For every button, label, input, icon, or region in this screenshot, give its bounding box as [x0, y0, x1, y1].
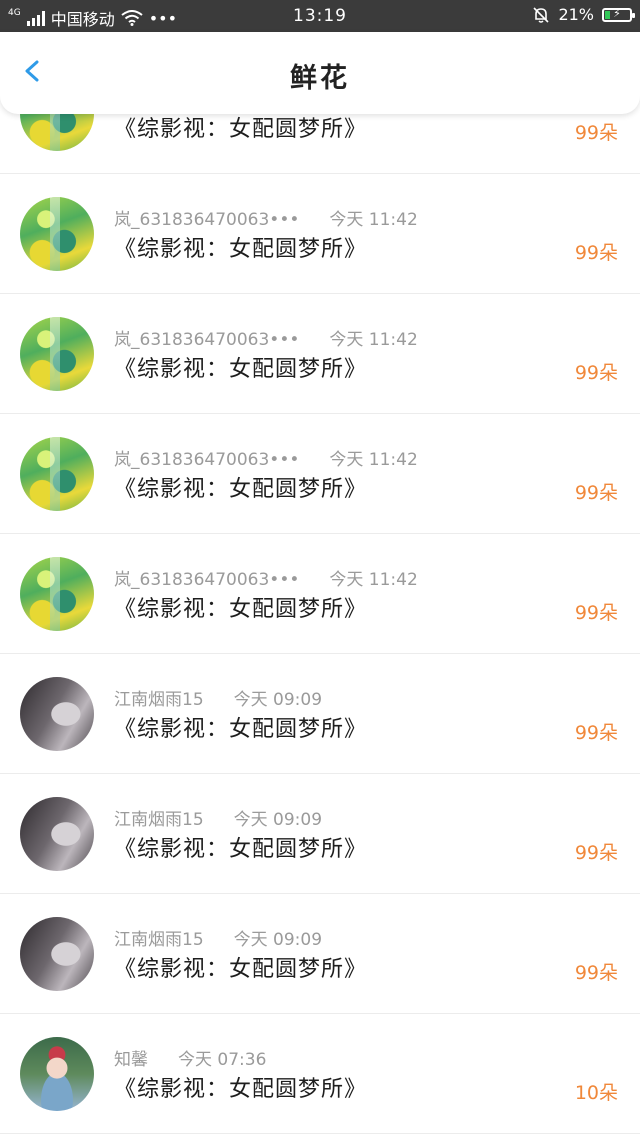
item-meta: 江南烟雨15 今天 09:09	[114, 805, 322, 830]
timestamp: 今天 07:36	[178, 1050, 267, 1070]
timestamp: 今天 11:42	[329, 330, 418, 350]
list-item[interactable]: 江南烟雨15 今天 09:09 《综影视：女配圆梦所》 99朵	[0, 894, 640, 1014]
user-name: 江南烟雨15	[114, 930, 204, 950]
book-title: 《综影视：女配圆梦所》	[114, 117, 368, 142]
item-meta: 岚_631836470063••• 今天 11:42	[114, 445, 418, 470]
avatar[interactable]	[20, 797, 94, 871]
item-meta: 江南烟雨15 今天 09:09	[114, 925, 322, 950]
book-title: 《综影视：女配圆梦所》	[114, 357, 368, 382]
user-name: 岚_631836470063•••	[114, 330, 300, 350]
flower-count: 10朵	[574, 1082, 618, 1104]
flower-count: 99朵	[574, 482, 618, 504]
flower-count: 99朵	[574, 842, 618, 864]
list-item[interactable]: 岚_631836470063••• 今天 11:42 《综影视：女配圆梦所》 99朵	[0, 534, 640, 654]
book-title: 《综影视：女配圆梦所》	[114, 837, 368, 862]
flower-count: 99朵	[574, 722, 618, 744]
flower-count: 99朵	[574, 962, 618, 984]
flower-list: 《综影视：女配圆梦所》 99朵 岚_631836470063••• 今天 11:42 《…	[0, 0, 640, 1134]
user-name: 江南烟雨15	[114, 690, 204, 710]
avatar[interactable]	[20, 557, 94, 631]
book-title: 《综影视：女配圆梦所》	[114, 957, 368, 982]
book-title: 《综影视：女配圆梦所》	[114, 1077, 368, 1102]
user-name: 江南烟雨15	[114, 810, 204, 830]
timestamp: 今天 09:09	[233, 930, 323, 950]
list-item[interactable]: 岚_631836470063••• 今天 11:42 《综影视：女配圆梦所》 99朵	[0, 294, 640, 414]
user-name: 岚_631836470063•••	[114, 210, 300, 230]
avatar[interactable]	[20, 677, 94, 751]
list-item[interactable]: 江南烟雨15 今天 09:09 《综影视：女配圆梦所》 99朵	[0, 774, 640, 894]
book-title: 《综影视：女配圆梦所》	[114, 597, 368, 622]
avatar[interactable]	[20, 197, 94, 271]
flower-count: 99朵	[574, 602, 618, 624]
timestamp: 今天 09:09	[233, 810, 323, 830]
book-title: 《综影视：女配圆梦所》	[114, 237, 368, 262]
user-name: 岚_631836470063•••	[114, 570, 300, 590]
timestamp: 今天 11:42	[329, 570, 418, 590]
item-meta: 岚_631836470063••• 今天 11:42	[114, 325, 418, 350]
item-meta: 江南烟雨15 今天 09:09	[114, 685, 322, 710]
avatar[interactable]	[20, 437, 94, 511]
avatar[interactable]	[20, 1037, 94, 1111]
timestamp: 今天 11:42	[329, 450, 418, 470]
item-meta: 岚_631836470063••• 今天 11:42	[114, 565, 418, 590]
list-item[interactable]: 岚_631836470063••• 今天 11:42 《综影视：女配圆梦所》 99朵	[0, 174, 640, 294]
avatar[interactable]	[20, 917, 94, 991]
flower-count: 99朵	[574, 362, 618, 384]
flower-count: 99朵	[574, 242, 618, 264]
item-meta: 知馨 今天 07:36	[114, 1045, 266, 1070]
timestamp: 今天 11:42	[329, 210, 418, 230]
divider	[0, 1133, 640, 1134]
page-title: 鲜花	[290, 63, 350, 94]
list-item[interactable]: 知馨 今天 07:36 《综影视：女配圆梦所》 10朵	[0, 1014, 640, 1134]
timestamp: 今天 09:09	[233, 690, 323, 710]
book-title: 《综影视：女配圆梦所》	[114, 717, 368, 742]
list-item[interactable]: 岚_631836470063••• 今天 11:42 《综影视：女配圆梦所》 99朵	[0, 414, 640, 534]
flower-count: 99朵	[574, 122, 618, 144]
user-name: 知馨	[114, 1050, 148, 1070]
avatar[interactable]	[20, 317, 94, 391]
nav-header: 鲜花	[0, 32, 640, 114]
book-title: 《综影视：女配圆梦所》	[114, 477, 368, 502]
list-item[interactable]: 江南烟雨15 今天 09:09 《综影视：女配圆梦所》 99朵	[0, 654, 640, 774]
user-name: 岚_631836470063•••	[114, 450, 300, 470]
item-meta: 岚_631836470063••• 今天 11:42	[114, 205, 418, 230]
